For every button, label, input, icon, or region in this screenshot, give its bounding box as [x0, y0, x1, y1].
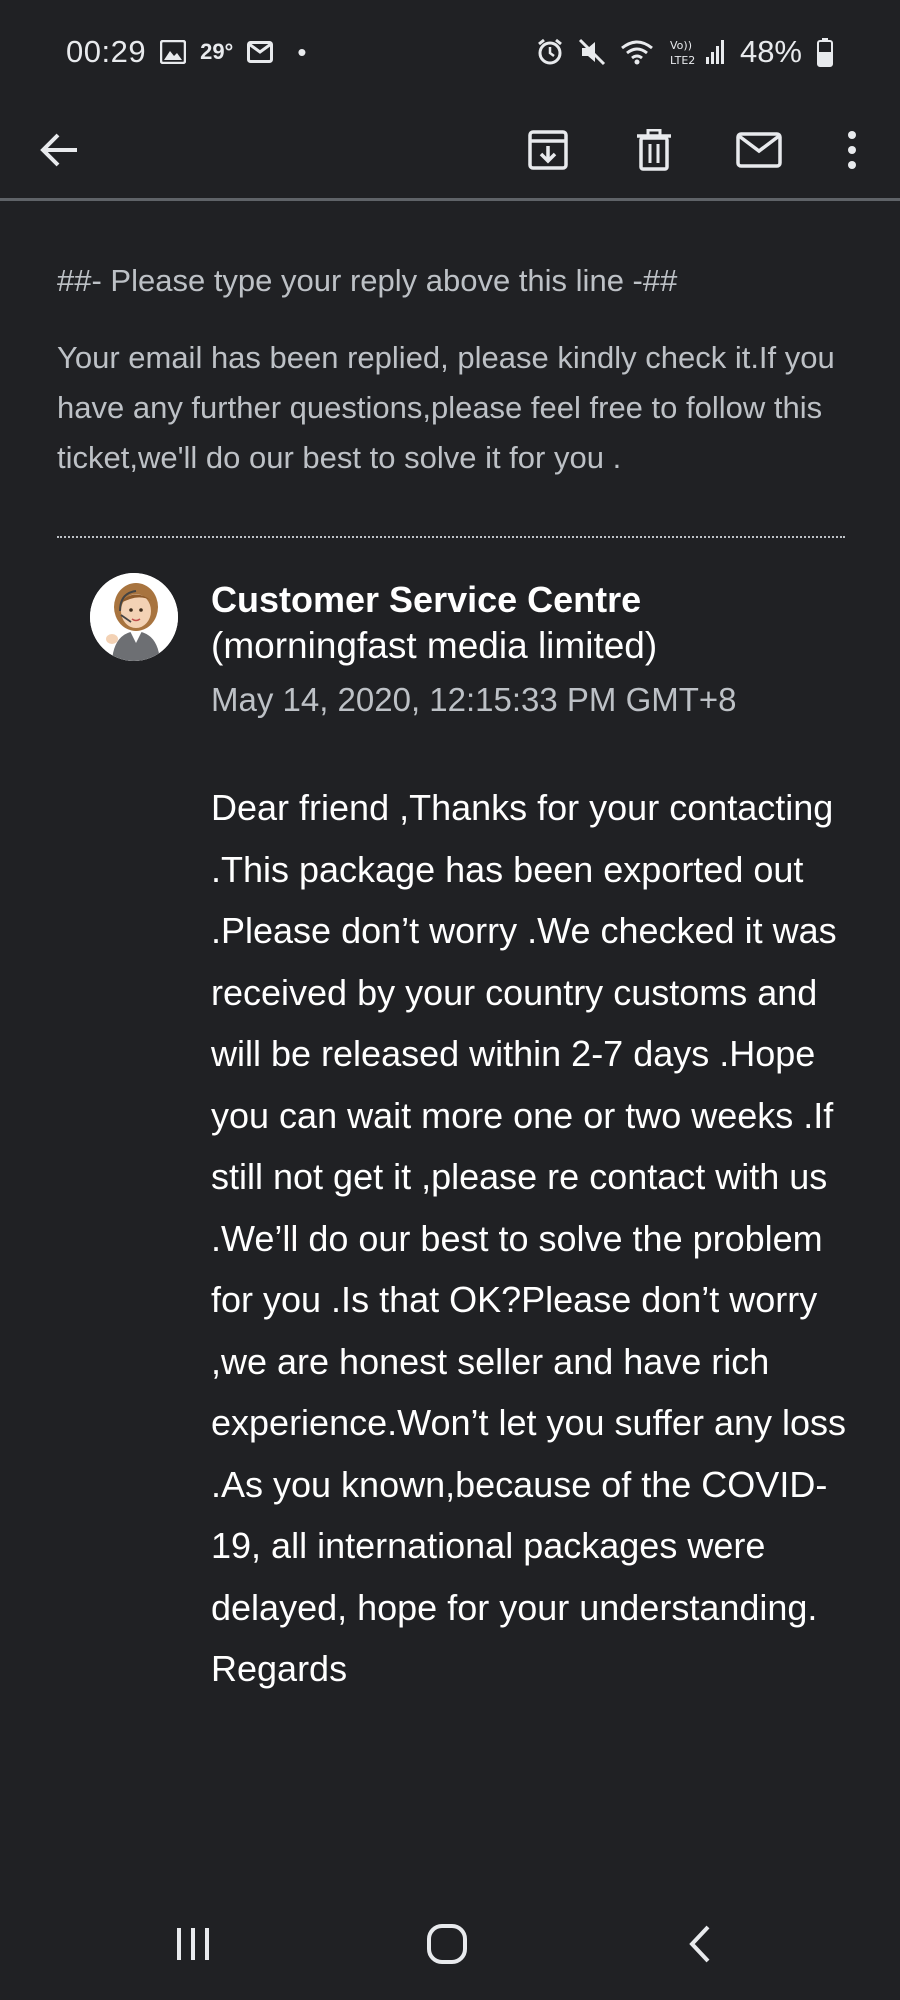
status-dot: • — [297, 36, 307, 67]
sender-name[interactable]: Customer Service Centre — [211, 575, 851, 625]
home-icon — [426, 1923, 468, 1970]
status-right: Vo)) LTE2 48% — [536, 34, 834, 70]
gallery-icon — [160, 40, 187, 64]
archive-icon — [527, 129, 569, 176]
recent-apps-button[interactable] — [158, 1916, 228, 1976]
back-button[interactable] — [27, 120, 91, 184]
status-temperature: 29° — [200, 39, 234, 64]
recent-apps-icon — [173, 1926, 213, 1967]
delete-button[interactable] — [622, 120, 686, 184]
navigation-bar — [0, 1896, 900, 2000]
wifi-icon — [620, 39, 654, 65]
volte-signal-icon: Vo)) LTE2 — [668, 37, 726, 67]
status-left: 00:29 29° • — [66, 34, 306, 70]
sender-organization: (morningfast media limited) — [211, 625, 658, 666]
support-agent-avatar-icon — [90, 573, 178, 661]
status-bar: 00:29 29° • Vo)) LTE2 48% — [0, 0, 900, 104]
archive-button[interactable] — [516, 120, 580, 184]
message-body: Dear friend ,Thanks for your contacting … — [211, 787, 847, 1689]
toolbar-divider — [0, 198, 900, 201]
delete-icon — [636, 128, 672, 176]
mark-unread-icon — [736, 131, 782, 173]
nav-back-icon — [687, 1924, 713, 1969]
battery-icon — [816, 37, 834, 67]
alarm-icon — [536, 38, 564, 66]
sent-date: May 14, 2020, 12:15:33 PM GMT+8 — [211, 681, 737, 718]
battery-percentage: 48% — [739, 34, 802, 69]
more-options-button[interactable] — [820, 120, 884, 184]
more-options-icon — [847, 130, 857, 175]
svg-text:Vo)): Vo)) — [670, 39, 692, 52]
app-toolbar — [0, 104, 900, 200]
avatar[interactable] — [90, 573, 178, 661]
reply-marker-line: ##- Please type your reply above this li… — [57, 263, 678, 298]
status-time: 00:29 — [66, 34, 147, 69]
home-button[interactable] — [412, 1916, 482, 1976]
mail-notification-icon — [247, 41, 274, 63]
svg-text:LTE2: LTE2 — [670, 54, 695, 67]
reply-notice: Your email has been replied, please kind… — [57, 340, 835, 475]
dotted-separator — [57, 536, 845, 538]
mark-unread-button[interactable] — [727, 120, 791, 184]
mute-icon — [578, 38, 606, 66]
back-arrow-icon — [39, 132, 79, 173]
nav-back-button[interactable] — [665, 1916, 735, 1976]
